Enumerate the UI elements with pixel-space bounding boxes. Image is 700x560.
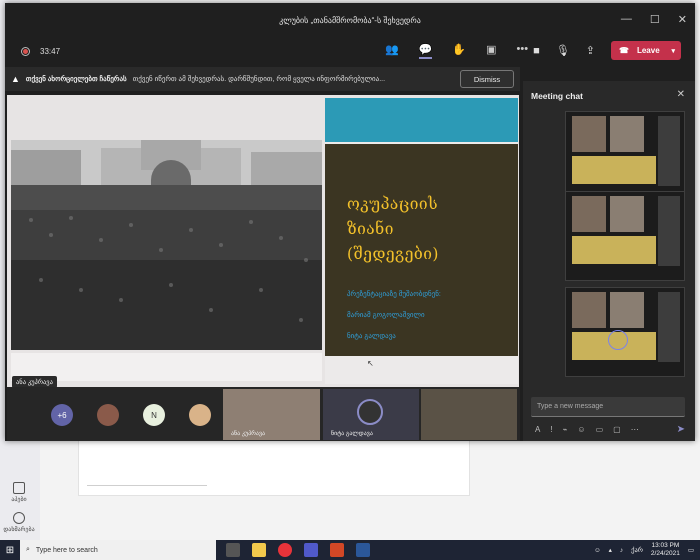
participants-icon[interactable]: 👥 <box>385 43 399 59</box>
language-indicator[interactable]: ქარ <box>631 546 643 554</box>
mouse-cursor-icon: ↖ <box>367 359 374 368</box>
background-page <box>78 440 470 496</box>
important-icon[interactable]: ! <box>550 425 552 434</box>
chevron-down-icon[interactable]: ▾ <box>671 47 675 55</box>
slide-credit-2: ნიტა გალდავა <box>347 333 396 340</box>
teams-meeting-window: კლუბის „თანამშრომობა“-ს შეხვედრა — ☐ ✕ 3… <box>5 3 695 441</box>
mic-icon[interactable]: 🎙 <box>556 44 570 57</box>
meeting-toolbar: 33:47 👥 💬 ✋ ▣ ••• ■ 🎙 ⇪ ☎ Leave ▾ <box>5 37 695 65</box>
taskbar-search-placeholder: Type here to search <box>35 546 98 554</box>
more-participants-badge[interactable]: +6 <box>51 404 73 426</box>
sticker-icon[interactable]: ▢ <box>613 425 621 434</box>
search-icon: ⌕ <box>26 546 30 553</box>
network-icon[interactable]: ▴ <box>609 546 612 554</box>
leave-button[interactable]: ☎ Leave ▾ <box>611 41 681 60</box>
camera-icon[interactable]: ■ <box>533 45 540 57</box>
close-chat-icon[interactable]: ✕ <box>677 89 685 100</box>
taskbar-clock[interactable]: 13:03 PM 2/24/2021 <box>651 542 680 558</box>
participant-avatar-n[interactable]: N <box>143 404 165 426</box>
taskview-icon[interactable] <box>226 543 240 557</box>
maximize-icon[interactable]: ☐ <box>650 13 660 26</box>
emoji-icon[interactable]: ☺ <box>577 425 585 434</box>
participant-tile-3[interactable] <box>421 389 517 440</box>
slide-cyan-band <box>325 98 518 142</box>
slide-credits: პრეზენტაციაზე მუშაობდნენ: მარიამ გოგოლაშ… <box>347 284 441 347</box>
window-title: კლუბის „თანამშრომობა“-ს შეხვედრა <box>279 15 421 25</box>
meeting-timer: 33:47 <box>40 46 61 56</box>
opera-icon[interactable] <box>278 543 292 557</box>
help-icon <box>13 512 25 524</box>
word-icon[interactable] <box>356 543 370 557</box>
left-nav-apps-label: აპები <box>11 497 27 503</box>
apps-icon <box>13 482 25 494</box>
reactions-icon[interactable]: ✋ <box>452 43 466 59</box>
banner-bold-text: თქვენ ახორციელებთ ჩაწერას <box>25 76 127 83</box>
chat-image-2[interactable] <box>565 191 685 281</box>
meeting-chat-panel: Meeting chat ✕ Type a new message A ! ⌁ … <box>523 81 695 441</box>
slide-credit-heading: პრეზენტაციაზე მუშაობდნენ: <box>347 291 441 298</box>
attach-icon[interactable]: ⌁ <box>563 425 568 434</box>
participant-tile-1[interactable]: ანა კუპრავა <box>223 389 320 440</box>
gif-icon[interactable]: ▭ <box>596 425 604 434</box>
windows-taskbar: ⊞ ⌕ Type here to search ☺ ▴ ♪ ქარ 13:03 … <box>0 540 700 560</box>
left-nav-apps[interactable]: აპები <box>2 482 36 503</box>
participant-tile-2-avatar <box>357 399 383 425</box>
recording-icon <box>21 46 30 56</box>
participant-avatar-3[interactable] <box>189 404 211 426</box>
banner-message: თქვენ იწერთ ამ შეხვედრას. დარწმუნდით, რო… <box>132 76 386 83</box>
phone-icon: ☎ <box>619 46 629 55</box>
chat-title: Meeting chat <box>531 91 583 101</box>
chat-message-input[interactable]: Type a new message <box>531 397 685 417</box>
participant-tile-2[interactable]: ნიტა გალდავა <box>323 389 419 440</box>
left-nav-help[interactable]: დახმარება <box>2 512 36 533</box>
taskbar-time: 13:03 PM <box>651 542 680 549</box>
windows-start-icon[interactable]: ⊞ <box>0 540 20 560</box>
volume-icon[interactable]: ♪ <box>620 547 623 554</box>
system-tray: ☺ ▴ ♪ ქარ 13:03 PM 2/24/2021 ▭ <box>594 542 694 558</box>
taskbar-search-box[interactable]: ⌕ Type here to search <box>20 540 216 560</box>
chat-image-3[interactable] <box>565 287 685 377</box>
participant-tile-1-name: ანა კუპრავა <box>231 431 266 437</box>
slide-dark-panel: ოკუპაციის ზიანი (შედეგები) პრეზენტაციაზე… <box>325 144 518 356</box>
historic-crowd-photo <box>11 140 322 350</box>
powerpoint-icon[interactable] <box>330 543 344 557</box>
leave-label: Leave <box>636 46 660 55</box>
title-bar: კლუბის „თანამშრომობა“-ს შეხვედრა — ☐ ✕ <box>5 3 695 37</box>
slide-title-panel: ოკუპაციის ზიანი (შედეგები) პრეზენტაციაზე… <box>325 98 518 384</box>
warning-icon: ▲ <box>11 74 20 84</box>
close-window-icon[interactable]: ✕ <box>678 13 687 26</box>
teams-icon[interactable] <box>304 543 318 557</box>
left-nav-help-label: დახმარება <box>3 527 35 533</box>
slide-left-blank <box>11 353 322 381</box>
chat-image-1[interactable] <box>565 111 685 201</box>
recording-banner: ▲ თქვენ ახორციელებთ ჩაწერას თქვენ იწერთ … <box>5 67 520 91</box>
shared-screen: ოკუპაციის ზიანი (შედეგები) პრეზენტაციაზე… <box>7 95 519 387</box>
chat-icon[interactable]: 💬 <box>418 43 433 59</box>
people-icon[interactable]: ☺ <box>594 547 601 554</box>
notifications-icon[interactable]: ▭ <box>688 546 694 554</box>
slide-title: ოკუპაციის ზიანი (შედეგები) <box>347 195 439 263</box>
rooms-icon[interactable]: ▣ <box>486 43 496 59</box>
send-icon[interactable]: ➤ <box>677 424 685 435</box>
more-actions-icon[interactable]: ••• <box>517 43 529 59</box>
dismiss-button[interactable]: Dismiss <box>460 70 514 88</box>
participant-avatar-1[interactable] <box>97 404 119 426</box>
participant-tile-2-name: ნიტა გალდავა <box>331 431 373 437</box>
share-icon[interactable]: ⇪ <box>586 44 595 57</box>
taskbar-date: 2/24/2021 <box>650 550 680 557</box>
more-options-icon[interactable]: ⋯ <box>631 425 639 434</box>
format-icon[interactable]: A <box>535 425 540 434</box>
file-explorer-icon[interactable] <box>252 543 266 557</box>
minimize-icon[interactable]: — <box>621 13 632 26</box>
slide-credit-1: მარიამ გოგოლაშვილი <box>347 312 425 319</box>
chat-compose-tools: A ! ⌁ ☺ ▭ ▢ ⋯ <box>535 425 639 434</box>
